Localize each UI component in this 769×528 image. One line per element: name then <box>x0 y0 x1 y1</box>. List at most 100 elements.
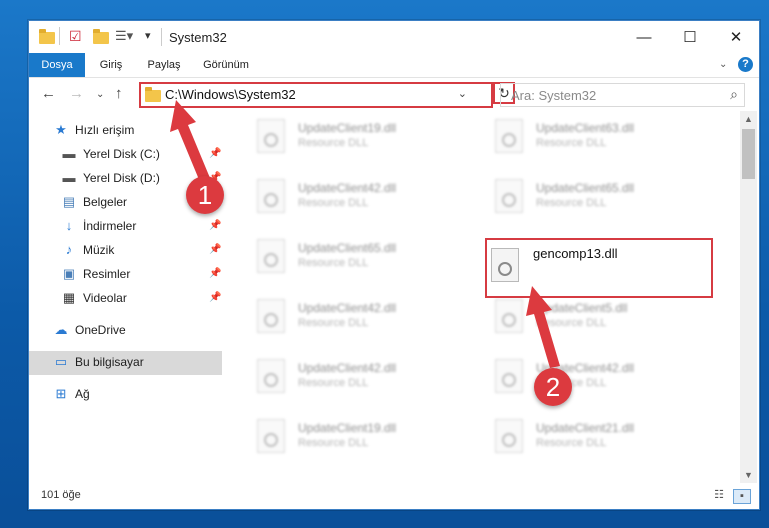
file-list: UpdateClient19.dll Resource DLL UpdateCli… <box>224 111 740 483</box>
details-view-icon[interactable]: ☷ <box>711 489 727 502</box>
sidebar-item-label: OneDrive <box>75 323 126 337</box>
search-placeholder: Ara: System32 <box>511 88 597 103</box>
file-item[interactable]: UpdateClient65.dll Resource DLL <box>487 175 717 229</box>
back-arrow-icon[interactable]: ← <box>41 85 56 102</box>
computer-icon: ▭ <box>54 354 68 369</box>
scroll-down-icon[interactable]: ▼ <box>740 467 757 483</box>
expand-ribbon-icon[interactable]: ⌄ <box>719 59 727 70</box>
file-name: UpdateClient65.dll <box>536 181 635 195</box>
tab-home[interactable]: Giriş <box>89 53 133 77</box>
sidebar-item-network[interactable]: ⊞ Ağ <box>29 383 222 407</box>
pin-icon: 📌 <box>209 268 222 279</box>
up-arrow-icon[interactable]: ↑ <box>115 85 123 102</box>
maximize-button[interactable]: ☐ <box>667 21 713 53</box>
sidebar-item-onedrive[interactable]: ☁ OneDrive <box>29 319 222 343</box>
file-name: gencomp13.dll <box>533 246 618 261</box>
dll-file-icon <box>495 419 523 453</box>
sidebar-item-label: Ağ <box>75 387 90 401</box>
file-name: UpdateClient19.dll <box>298 121 397 135</box>
scroll-thumb[interactable] <box>742 129 755 179</box>
sidebar-item-music[interactable]: ♪ Müzik 📌 <box>29 239 222 263</box>
pin-icon: 📌 <box>209 292 222 303</box>
callout-badge-2: 2 <box>534 368 572 406</box>
file-description: Resource DLL <box>298 257 369 269</box>
file-item[interactable]: UpdateClient19.dll Resource DLL <box>249 415 479 469</box>
file-item[interactable]: UpdateClient42.dll Resource DLL <box>249 175 479 229</box>
vertical-scrollbar[interactable]: ▲ ▼ <box>740 111 757 483</box>
sidebar-item-label: İndirmeler <box>83 219 137 233</box>
star-icon: ★ <box>55 122 67 137</box>
dll-file-icon <box>257 179 285 213</box>
search-box[interactable]: Ara: System32 ⌕ <box>500 83 745 107</box>
file-item[interactable]: UpdateClient19.dll Resource DLL <box>249 115 479 169</box>
dll-file-icon <box>257 239 285 273</box>
window-title: System32 <box>169 30 227 45</box>
file-description: Resource DLL <box>536 437 607 449</box>
recent-locations-icon[interactable]: ⌄ <box>96 89 104 100</box>
properties-icon[interactable]: ☑ <box>69 28 82 45</box>
toolbar-divider <box>161 28 162 46</box>
file-name: UpdateClient42.dll <box>298 181 397 195</box>
sidebar-item-pictures[interactable]: ▣ Resimler 📌 <box>29 263 222 287</box>
file-item[interactable]: UpdateClient63.dll Resource DLL <box>487 115 717 169</box>
large-icons-view-icon[interactable]: ▪ <box>733 489 751 504</box>
sidebar-item-label: Hızlı erişim <box>75 123 135 137</box>
file-name: UpdateClient42.dll <box>298 361 397 375</box>
sidebar-item-label: Müzik <box>83 243 115 257</box>
dll-file-icon <box>257 299 285 333</box>
dll-file-icon <box>257 419 285 453</box>
help-icon[interactable]: ? <box>738 57 753 72</box>
file-name: UpdateClient21.dll <box>536 421 635 435</box>
quick-access-dropdown-icon[interactable]: ▾ <box>145 29 151 42</box>
sidebar-item-videos[interactable]: ▦ Videolar 📌 <box>29 287 222 311</box>
file-name: UpdateClient65.dll <box>298 241 397 255</box>
chevron-down-icon[interactable]: ⌄ <box>458 87 467 100</box>
tab-view[interactable]: Görünüm <box>197 53 255 77</box>
address-row: ← → ⌄ ↑ C:\Windows\System32 ⌄ ↻ Ara: Sys… <box>29 78 759 110</box>
file-description: Resource DLL <box>298 317 369 329</box>
pin-icon: 📌 <box>209 244 222 255</box>
toolbar-divider <box>59 27 60 45</box>
cloud-icon: ☁ <box>54 322 68 337</box>
file-description: Resource DLL <box>536 197 607 209</box>
sidebar-item-label: Videolar <box>83 291 127 305</box>
scroll-up-icon[interactable]: ▲ <box>740 111 757 127</box>
tab-share[interactable]: Paylaş <box>139 53 189 77</box>
sidebar-item-label: Resimler <box>83 267 131 281</box>
file-description: Resource DLL <box>536 137 607 149</box>
dll-file-icon <box>495 179 523 213</box>
file-item[interactable]: UpdateClient42.dll Resource DLL <box>249 355 479 409</box>
search-icon: ⌕ <box>730 86 738 102</box>
documents-icon: ▤ <box>62 194 76 209</box>
forward-arrow-icon[interactable]: → <box>69 85 84 102</box>
music-icon: ♪ <box>65 242 73 257</box>
item-count: 101 öğe <box>41 489 81 501</box>
ribbon-tabs: Dosya Giriş Paylaş Görünüm ⌄ ? <box>29 53 759 78</box>
network-icon: ⊞ <box>55 386 67 401</box>
pictures-icon: ▣ <box>62 266 76 281</box>
sidebar-item-label: Bu bilgisayar <box>75 355 144 369</box>
dll-file-icon <box>491 248 519 282</box>
drive-icon: ▬ <box>62 170 76 185</box>
dll-file-icon <box>257 119 285 153</box>
file-item[interactable]: UpdateClient42.dll Resource DLL <box>249 295 479 349</box>
sidebar-item-this-pc[interactable]: ▭ Bu bilgisayar <box>29 351 222 375</box>
videos-icon: ▦ <box>62 290 76 305</box>
file-description: Resource DLL <box>298 437 369 449</box>
customize-toolbar-icon[interactable]: ☰▾ <box>115 28 133 44</box>
close-button[interactable]: ✕ <box>713 21 759 53</box>
sidebar-item-label: Belgeler <box>83 195 128 209</box>
minimize-button[interactable]: — <box>621 21 667 53</box>
sidebar-item-downloads[interactable]: ↓ İndirmeler 📌 <box>29 215 222 239</box>
sidebar-item-label: Yerel Disk (C:) <box>83 147 160 161</box>
file-description: Resource DLL <box>298 137 369 149</box>
file-item[interactable]: UpdateClient65.dll Resource DLL <box>249 235 479 289</box>
tab-file[interactable]: Dosya <box>29 53 85 77</box>
file-description: Resource DLL <box>298 197 369 209</box>
file-explorer-window: ☑ ☰▾ ▾ System32 — ☐ ✕ Dosya Giriş Paylaş… <box>28 20 760 510</box>
file-name: UpdateClient19.dll <box>298 421 397 435</box>
dll-file-icon <box>257 359 285 393</box>
file-name: UpdateClient42.dll <box>298 301 397 315</box>
folder-icon <box>145 87 161 102</box>
file-item[interactable]: UpdateClient21.dll Resource DLL <box>487 415 717 469</box>
